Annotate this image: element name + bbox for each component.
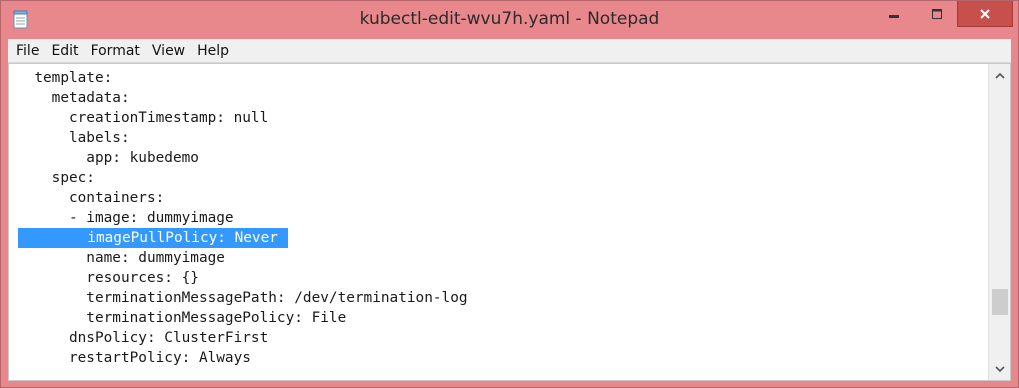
menu-help[interactable]: Help xyxy=(191,39,235,63)
text-editor[interactable]: template: metadata: creationTimestamp: n… xyxy=(8,63,1011,381)
vertical-scrollbar[interactable] xyxy=(988,64,1010,380)
selected-line[interactable]: imagePullPolicy: Never xyxy=(18,228,288,248)
maximize-button[interactable] xyxy=(917,1,957,27)
editor-line[interactable]: dnsPolicy: ClusterFirst xyxy=(17,328,268,348)
editor-line[interactable]: - image: dummyimage xyxy=(17,208,234,228)
scroll-up-button[interactable] xyxy=(989,64,1010,86)
notepad-window: kubectl-edit-wvu7h.yaml - Notepad File E… xyxy=(0,0,1019,388)
editor-line[interactable]: terminationMessagePath: /dev/termination… xyxy=(17,288,467,308)
editor-line[interactable]: terminationMessagePolicy: File xyxy=(17,308,346,328)
editor-line[interactable]: template: xyxy=(17,68,112,88)
editor-line[interactable]: app: kubedemo xyxy=(17,148,199,168)
menu-bar: File Edit Format View Help xyxy=(8,39,1011,63)
title-bar[interactable]: kubectl-edit-wvu7h.yaml - Notepad xyxy=(1,1,1018,39)
menu-file[interactable]: File xyxy=(8,39,45,63)
editor-line[interactable]: name: dummyimage xyxy=(17,248,225,268)
close-button[interactable] xyxy=(957,1,1013,27)
maximize-icon xyxy=(932,9,942,19)
chevron-up-icon xyxy=(995,72,1005,79)
menu-edit[interactable]: Edit xyxy=(45,39,84,63)
editor-line[interactable]: metadata: xyxy=(17,88,130,108)
close-icon xyxy=(980,8,990,19)
menu-view[interactable]: View xyxy=(146,39,191,63)
editor-line[interactable]: restartPolicy: Always xyxy=(17,348,251,368)
scroll-down-button[interactable] xyxy=(989,358,1010,380)
editor-line[interactable]: containers: xyxy=(17,188,164,208)
window-title: kubectl-edit-wvu7h.yaml - Notepad xyxy=(359,9,660,29)
minimize-icon xyxy=(889,15,899,18)
minimize-button[interactable] xyxy=(871,1,917,27)
editor-line[interactable]: labels: xyxy=(17,128,130,148)
editor-line[interactable]: spec: xyxy=(17,168,95,188)
menu-format[interactable]: Format xyxy=(85,39,146,63)
scroll-thumb[interactable] xyxy=(992,289,1008,315)
text-area[interactable]: template: metadata: creationTimestamp: n… xyxy=(9,64,987,380)
editor-line[interactable]: resources: {} xyxy=(17,268,199,288)
editor-line[interactable]: creationTimestamp: null xyxy=(17,108,268,128)
chevron-down-icon xyxy=(995,365,1005,372)
